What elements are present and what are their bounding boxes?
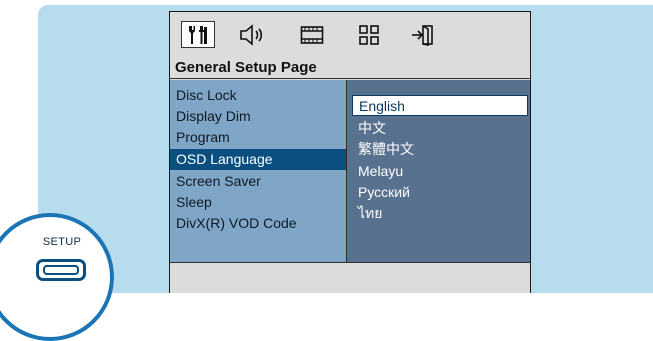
tab-audio-setup[interactable] <box>235 21 269 48</box>
status-bar <box>170 262 530 293</box>
option-chinese-simplified[interactable]: 中文 <box>352 118 528 139</box>
exit-icon <box>411 24 435 46</box>
grid-icon <box>358 24 380 46</box>
menu-item-osd-language[interactable]: OSD Language <box>170 149 346 170</box>
language-options-panel: English 中文 繁體中文 Melayu Русский ไทย <box>347 80 530 262</box>
settings-tools-icon <box>186 24 210 46</box>
tab-bar <box>170 12 530 57</box>
setup-button[interactable] <box>36 259 86 281</box>
speaker-icon <box>239 23 265 46</box>
menu-item-display-dim[interactable]: Display Dim <box>170 106 346 127</box>
option-english[interactable]: English <box>352 95 528 116</box>
tab-preference-setup[interactable] <box>352 21 386 48</box>
page-title: General Setup Page <box>170 56 530 79</box>
menu-item-program[interactable]: Program <box>170 127 346 148</box>
option-russian[interactable]: Русский <box>352 182 528 203</box>
menu-item-sleep[interactable]: Sleep <box>170 192 346 213</box>
setup-menu-window: General Setup Page Disc Lock Display Dim… <box>169 11 531 293</box>
tab-video-setup[interactable] <box>295 21 329 48</box>
video-film-icon <box>300 25 324 45</box>
menu-item-disc-lock[interactable]: Disc Lock <box>170 85 346 106</box>
setup-menu-list: Disc Lock Display Dim Program OSD Langua… <box>170 80 347 262</box>
tab-general-setup[interactable] <box>181 21 215 48</box>
menu-item-divx-vod-code[interactable]: DivX(R) VOD Code <box>170 213 346 234</box>
setup-button-label: SETUP <box>42 236 82 248</box>
option-chinese-traditional[interactable]: 繁體中文 <box>352 139 528 160</box>
option-malay[interactable]: Melayu <box>352 161 528 182</box>
option-thai[interactable]: ไทย <box>352 203 528 224</box>
tab-exit[interactable] <box>406 21 440 48</box>
menu-item-screen-saver[interactable]: Screen Saver <box>170 171 346 192</box>
